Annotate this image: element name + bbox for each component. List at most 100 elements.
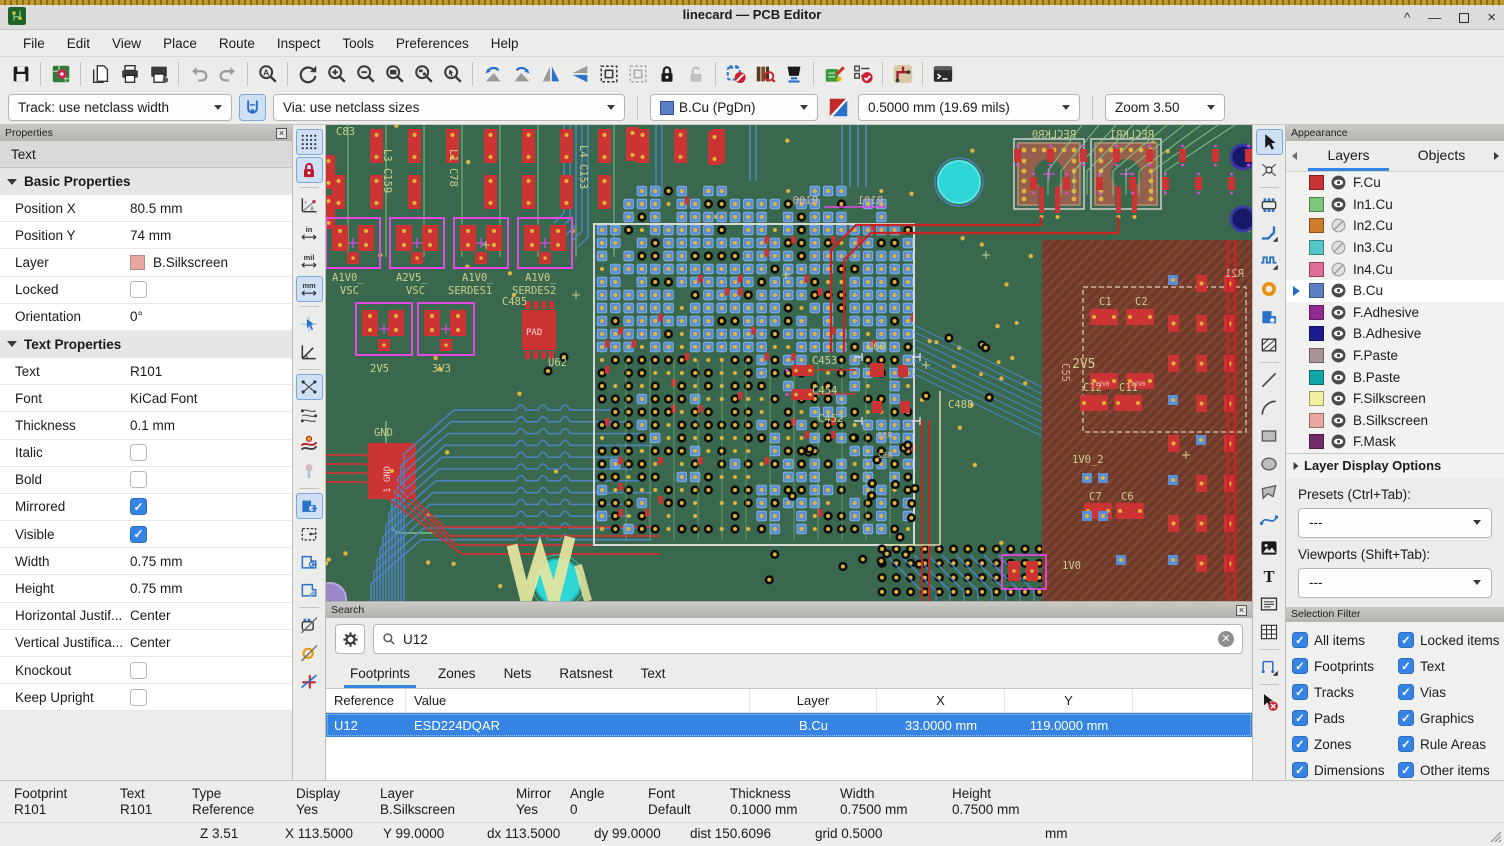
layer-row-b-silkscreen[interactable]: B.Silkscreen — [1286, 410, 1504, 432]
filter-all-items[interactable]: ✓All items — [1292, 631, 1396, 650]
track-size-select[interactable]: 0.5000 mm (19.69 mils) — [858, 94, 1080, 121]
search-tab-footprints[interactable]: Footprints — [336, 661, 424, 688]
layer-color-swatch[interactable] — [1309, 370, 1324, 385]
property-value[interactable]: R101 — [130, 364, 162, 379]
visible-eye-icon[interactable] — [1331, 391, 1346, 406]
hidden-eye-icon[interactable] — [1331, 218, 1346, 233]
circle-button[interactable] — [1256, 451, 1283, 477]
library-browser-button[interactable] — [750, 60, 779, 89]
clearance-mode-button[interactable] — [296, 430, 323, 456]
menu-route[interactable]: Route — [208, 32, 266, 55]
filter-other-items[interactable]: ✓Other items — [1398, 761, 1500, 780]
layer-color-swatch[interactable] — [1309, 413, 1324, 428]
checkbox[interactable]: ✓ — [1398, 632, 1414, 648]
layer-row-f-mask[interactable]: F.Mask — [1286, 431, 1504, 453]
layer-display-options[interactable]: Layer Display Options — [1286, 453, 1504, 478]
units-mil-button[interactable]: mil — [296, 248, 323, 274]
tune-length-button[interactable] — [1256, 248, 1283, 274]
maximize-button[interactable] — [1459, 13, 1469, 23]
search-settings-button[interactable] — [335, 624, 365, 654]
filter-pads[interactable]: ✓Pads — [1292, 709, 1396, 728]
units-mm-button[interactable]: mm — [296, 276, 323, 302]
property-value[interactable]: Center — [130, 635, 171, 650]
menu-file[interactable]: File — [12, 32, 56, 55]
delete-button[interactable] — [1256, 689, 1283, 715]
cursor-full-button[interactable] — [296, 311, 323, 337]
close-icon[interactable]: × — [276, 128, 287, 139]
filter-graphics[interactable]: ✓Graphics — [1398, 709, 1500, 728]
layer-row-f-silkscreen[interactable]: F.Silkscreen — [1286, 388, 1504, 410]
property-value[interactable]: 74 mm — [130, 228, 171, 243]
layer-row-in1-cu[interactable]: In1.Cu — [1286, 194, 1504, 216]
3d-viewer-button[interactable] — [779, 60, 808, 89]
checkbox[interactable]: ✓ — [1292, 684, 1308, 700]
pad-numbers-button[interactable] — [296, 458, 323, 484]
table-button[interactable] — [1256, 619, 1283, 645]
checkbox[interactable]: ✓ — [1292, 658, 1308, 674]
section-header[interactable]: Text Properties — [0, 331, 292, 358]
via-outline-button[interactable] — [296, 640, 323, 666]
property-value[interactable]: 80.5 mm — [130, 201, 183, 216]
checkbox[interactable]: ✓ — [1292, 710, 1308, 726]
find-button[interactable]: A — [253, 60, 282, 89]
search-tab-nets[interactable]: Nets — [490, 661, 546, 688]
layer-row-in2-cu[interactable]: In2.Cu — [1286, 215, 1504, 237]
checkbox[interactable]: ✓ — [1398, 658, 1414, 674]
checkbox[interactable]: ✓ — [1398, 684, 1414, 700]
checkbox[interactable] — [130, 281, 147, 298]
checkbox[interactable]: ✓ — [1398, 710, 1414, 726]
hidden-eye-icon[interactable] — [1331, 262, 1346, 277]
save-button[interactable] — [6, 60, 35, 89]
layer-color-swatch[interactable] — [1309, 391, 1324, 406]
property-value[interactable]: 0.75 mm — [130, 554, 183, 569]
rule-area-button[interactable] — [1256, 332, 1283, 358]
property-value[interactable]: ✓ — [130, 526, 147, 543]
viewports-select[interactable]: --- — [1298, 568, 1492, 598]
page-setup-button[interactable] — [86, 60, 115, 89]
property-value[interactable]: ✓ — [130, 498, 147, 515]
zoom-in-button[interactable] — [322, 60, 351, 89]
checkbox[interactable]: ✓ — [1292, 632, 1308, 648]
active-layer-select[interactable]: B.Cu (PgDn) — [650, 94, 818, 121]
checkbox[interactable]: ✓ — [1398, 762, 1414, 778]
ratsnest-button[interactable] — [296, 374, 323, 400]
column-header-layer[interactable]: Layer — [750, 689, 877, 712]
rotate-ccw-button[interactable] — [478, 60, 507, 89]
checkbox[interactable]: ✓ — [1292, 736, 1308, 752]
layer-color-swatch[interactable] — [1309, 283, 1324, 298]
minimize-button[interactable]: — — [1428, 10, 1441, 25]
via-button[interactable] — [1256, 276, 1283, 302]
visible-eye-icon[interactable] — [1331, 413, 1346, 428]
unlock-button[interactable] — [681, 60, 710, 89]
visible-eye-icon[interactable] — [1331, 434, 1346, 449]
search-tab-zones[interactable]: Zones — [424, 661, 490, 688]
rect-button[interactable] — [1256, 423, 1283, 449]
line-button[interactable] — [1256, 367, 1283, 393]
menu-edit[interactable]: Edit — [56, 32, 101, 55]
layer-row-in3-cu[interactable]: In3.Cu — [1286, 237, 1504, 259]
layer-color-swatch[interactable] — [1309, 218, 1324, 233]
redo-button[interactable] — [213, 60, 242, 89]
visible-eye-icon[interactable] — [1331, 370, 1346, 385]
zoom-objects-button[interactable] — [409, 60, 438, 89]
dimension-button[interactable] — [1256, 654, 1283, 680]
via-size-select[interactable]: Via: use netclass sizes — [273, 94, 625, 121]
layer-color-swatch[interactable] — [1309, 326, 1324, 341]
layer-row-b-cu[interactable]: B.Cu — [1286, 280, 1504, 302]
clear-search-icon[interactable]: ✕ — [1218, 631, 1234, 647]
menu-inspect[interactable]: Inspect — [266, 32, 332, 55]
console-button[interactable] — [928, 60, 957, 89]
local-ratsnest-button[interactable] — [1256, 157, 1283, 183]
checkbox[interactable]: ✓ — [1292, 762, 1308, 778]
track-width-select[interactable]: Track: use netclass width — [8, 94, 232, 121]
menu-place[interactable]: Place — [152, 32, 208, 55]
visible-eye-icon[interactable] — [1331, 283, 1346, 298]
text-button[interactable]: T — [1256, 563, 1283, 589]
group-button[interactable] — [594, 60, 623, 89]
print-button[interactable] — [115, 60, 144, 89]
pcb-canvas[interactable]: C83L3 C159L1 C78L4 C153R100R101RECLKR0RE… — [326, 125, 1252, 601]
place-footprint-button[interactable] — [1256, 192, 1283, 218]
visible-eye-icon[interactable] — [1331, 326, 1346, 341]
property-value[interactable]: Center — [130, 608, 171, 623]
property-value[interactable] — [130, 444, 147, 461]
